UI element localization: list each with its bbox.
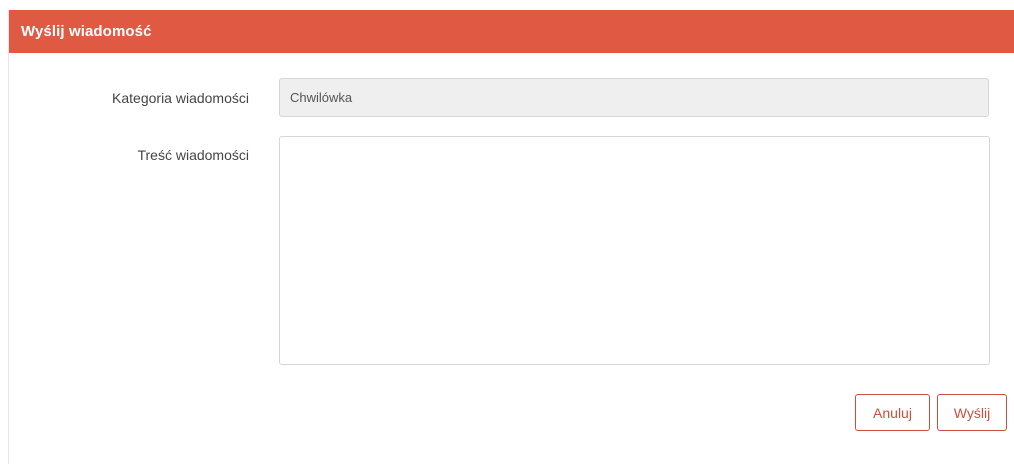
dialog-actions: Anuluj Wyślij <box>855 394 1007 431</box>
message-content-textarea[interactable] <box>279 136 990 365</box>
category-label: Kategoria wiadomości <box>112 90 249 106</box>
content-label: Treść wiadomości <box>137 147 249 163</box>
send-button[interactable]: Wyślij <box>937 394 1007 431</box>
send-message-dialog: Wyślij wiadomość Kategoria wiadomości Tr… <box>8 10 1014 464</box>
dialog-title: Wyślij wiadomość <box>21 23 152 40</box>
cancel-button[interactable]: Anuluj <box>855 394 930 431</box>
dialog-header: Wyślij wiadomość <box>9 10 1014 53</box>
category-field[interactable] <box>279 78 989 117</box>
